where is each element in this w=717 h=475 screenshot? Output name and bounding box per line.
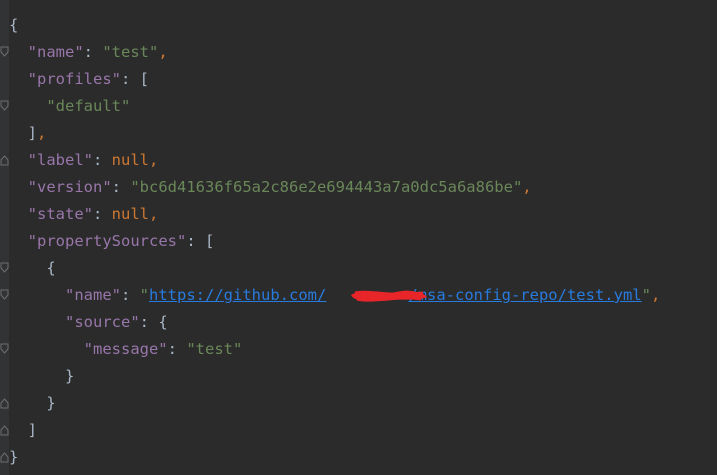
json-null: null xyxy=(111,151,149,169)
code-line-6: "label": null, xyxy=(27,151,159,169)
code-editor[interactable]: { "name": "test", "profiles": [ "default… xyxy=(0,0,717,475)
code-line-3: "profiles": [ xyxy=(0,66,149,111)
json-key: "message" xyxy=(83,340,168,358)
json-string: "bc6d41636f65a2c86e2e694443a7a0dc5a6a86b… xyxy=(130,178,523,196)
fold-close-icon[interactable] xyxy=(0,471,9,475)
code-line-4: "default" xyxy=(0,93,130,120)
code-line-1: { xyxy=(0,12,37,57)
json-null: null xyxy=(111,205,149,223)
json-brace: } xyxy=(9,448,19,466)
code-line-11: "name": "https://github.com//msa-config-… xyxy=(65,286,661,304)
code-line-16: ] xyxy=(0,417,37,463)
code-line-9: "propertySources": [ xyxy=(0,228,214,273)
code-line-8: "state": null, xyxy=(27,205,159,223)
code-line-12: "source": { xyxy=(0,309,168,354)
code-line-13: "message": "test" xyxy=(83,340,243,358)
code-line-14: } xyxy=(0,363,74,409)
code-line-7: "version": "bc6d41636f65a2c86e2e694443a7… xyxy=(27,178,532,196)
code-line-5: ], xyxy=(0,120,46,166)
code-line-10: { xyxy=(0,255,56,300)
json-key: "propertySources" xyxy=(27,232,187,250)
json-key: "state" xyxy=(27,205,93,223)
redaction-scribble xyxy=(351,290,427,302)
json-key: "profiles" xyxy=(27,70,121,88)
json-key: "version" xyxy=(27,178,112,196)
json-string: "test" xyxy=(186,340,243,358)
json-brace: { xyxy=(46,259,56,277)
json-key: "name" xyxy=(65,286,121,304)
json-brace: } xyxy=(46,394,56,412)
json-string: "default" xyxy=(46,97,131,115)
json-key: "source" xyxy=(65,313,140,331)
url-suffix: /msa-config-repo/test.yml xyxy=(408,286,642,304)
json-brace: } xyxy=(65,367,75,385)
url-prefix: https://github.com/ xyxy=(149,286,327,304)
json-key: "name" xyxy=(27,43,84,61)
json-string: "test" xyxy=(102,43,159,61)
code-line-17: } xyxy=(0,444,37,471)
code-line-2: "name": "test", xyxy=(27,43,168,61)
json-brace: { xyxy=(9,16,19,34)
json-key: "label" xyxy=(27,151,93,169)
code-line-15: } xyxy=(0,390,56,436)
